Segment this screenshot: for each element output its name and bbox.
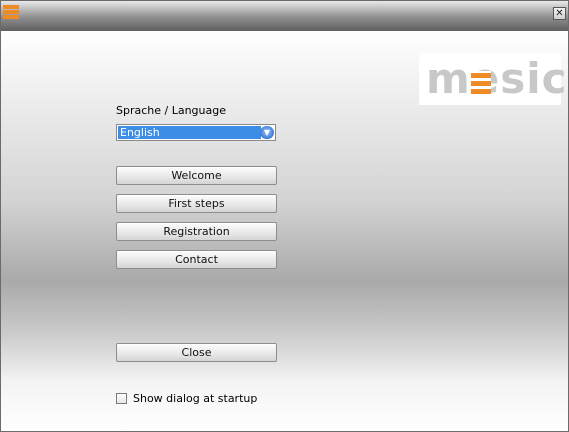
language-select[interactable]: English ▼ [116, 124, 276, 141]
start-dialog-window: ✕ mesics Sprache / Language English ▼ We… [0, 0, 569, 432]
title-bar[interactable]: ✕ [1, 1, 568, 31]
registration-button[interactable]: Registration [116, 222, 277, 241]
logo-text: mesics [426, 54, 569, 103]
welcome-button[interactable]: Welcome [116, 166, 277, 185]
language-label: Sprache / Language [116, 104, 226, 117]
logo-e-bars-icon [471, 71, 491, 95]
app-menu-icon[interactable] [3, 4, 19, 20]
dropdown-arrow-icon[interactable]: ▼ [260, 126, 274, 139]
show-at-startup-label[interactable]: Show dialog at startup [133, 392, 257, 405]
company-logo: mesics [419, 53, 569, 105]
show-at-startup-checkbox[interactable] [116, 393, 127, 404]
language-select-value[interactable]: English [118, 126, 261, 139]
close-button[interactable]: Close [116, 343, 277, 362]
window-close-button[interactable]: ✕ [553, 7, 566, 20]
first-steps-button[interactable]: First steps [116, 194, 277, 213]
contact-button[interactable]: Contact [116, 250, 277, 269]
